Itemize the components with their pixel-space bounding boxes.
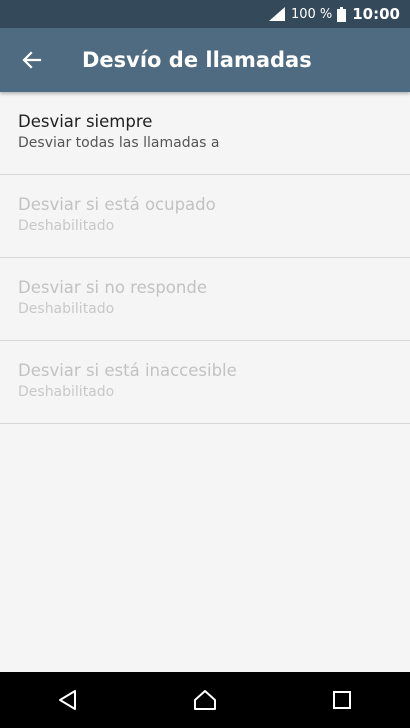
back-arrow-icon (22, 51, 42, 69)
battery-percent: 100 % (290, 6, 333, 22)
screen: 100 % 10:00 Desvío de llamadas Desviar s… (0, 0, 410, 728)
settings-list: Desviar siempre Desviar todas las llamad… (0, 92, 410, 424)
signal-icon (268, 7, 285, 21)
app-bar: Desvío de llamadas (0, 28, 410, 92)
clock: 10:00 (352, 5, 400, 23)
setting-summary: Deshabilitado (18, 384, 115, 400)
setting-title: Desviar si está ocupado (18, 195, 216, 214)
nav-home-button[interactable] (175, 672, 235, 728)
status-bar: 100 % 10:00 (0, 0, 410, 28)
setting-title: Desviar si no responde (18, 278, 207, 297)
setting-forward-when-unanswered: Desviar si no responde Deshabilitado (0, 258, 410, 341)
back-icon (59, 690, 77, 710)
home-icon (193, 690, 216, 710)
setting-summary: Desviar todas las llamadas a (18, 135, 220, 151)
setting-summary: Deshabilitado (18, 301, 115, 317)
setting-forward-always[interactable]: Desviar siempre Desviar todas las llamad… (0, 92, 410, 175)
setting-summary: Deshabilitado (18, 218, 115, 234)
battery-icon (337, 6, 347, 22)
setting-forward-when-unreachable: Desviar si está inaccesible Deshabilitad… (0, 341, 410, 424)
page-title: Desvío de llamadas (82, 48, 312, 72)
setting-title: Desviar si está inaccesible (18, 361, 237, 380)
navigation-bar (0, 672, 410, 728)
back-button[interactable] (0, 28, 64, 92)
nav-recents-button[interactable] (312, 672, 372, 728)
recents-icon (332, 691, 351, 709)
setting-forward-when-busy: Desviar si está ocupado Deshabilitado (0, 175, 410, 258)
nav-back-button[interactable] (38, 672, 98, 728)
setting-title: Desviar siempre (18, 112, 153, 131)
